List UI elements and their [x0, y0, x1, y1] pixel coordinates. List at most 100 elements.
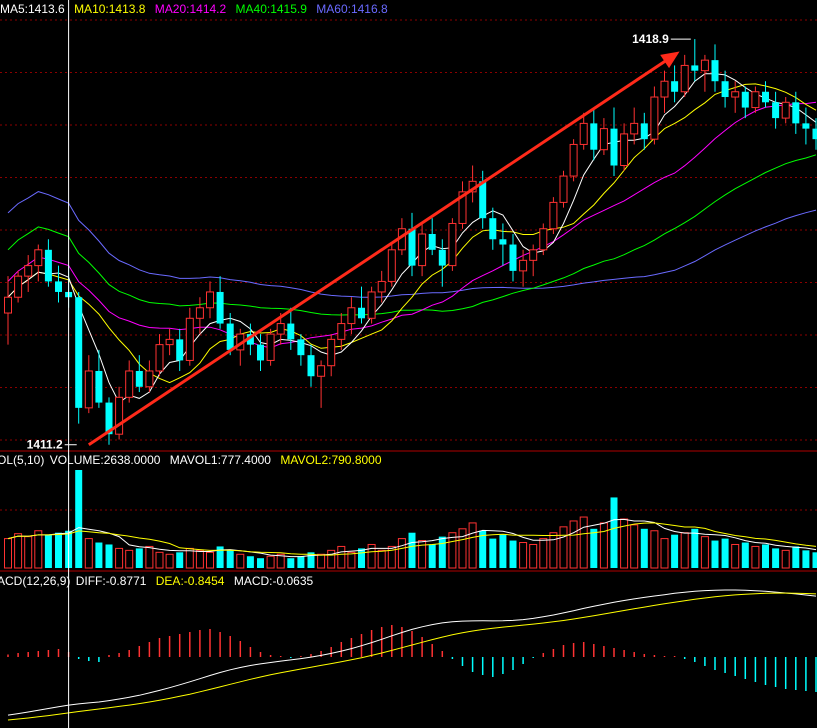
candle-body-up	[125, 370, 134, 398]
candle-body-down	[307, 355, 315, 377]
candle-body-down	[257, 344, 264, 361]
volume-bar-up	[539, 538, 548, 569]
volume-bar-down	[499, 534, 507, 568]
volume-bar-down	[358, 548, 365, 568]
candle-body-up	[145, 370, 154, 388]
candle-body-down	[95, 370, 103, 403]
volume-bar-down	[509, 540, 517, 568]
volume-bar-up	[569, 520, 578, 569]
volume-bar-down	[610, 497, 618, 568]
candle-body-down	[802, 123, 810, 129]
candle-body-down	[287, 323, 295, 340]
candle-body-down	[792, 102, 800, 124]
trend-arrow-head	[660, 51, 680, 69]
volume-bar-up	[599, 522, 608, 569]
min-price-label: 1411.2	[27, 438, 63, 452]
price-grid	[0, 19, 817, 572]
candle-body-down	[408, 228, 416, 266]
volume-bar-up	[4, 538, 12, 569]
candle-body-up	[195, 307, 204, 319]
volume-bar-up	[317, 553, 326, 569]
trend-arrow-shaft	[87, 53, 676, 446]
volume-bar-up	[24, 536, 33, 569]
volume-bar-down	[590, 528, 598, 568]
candle-body-down	[590, 123, 598, 150]
volume-bar-up	[377, 549, 386, 569]
candle-body-up	[781, 101, 790, 119]
candle-body-down	[297, 339, 305, 356]
candle-body-down	[479, 181, 487, 219]
volume-bar-down	[741, 542, 749, 568]
candle-body-up	[519, 259, 528, 272]
candle-body-up	[650, 96, 659, 140]
volume-bar-down	[812, 552, 817, 568]
volume-bar-down	[802, 550, 810, 568]
volume-bar-up	[145, 545, 154, 569]
candle-body-up	[34, 249, 43, 267]
volume-bar-up	[468, 522, 477, 569]
candle-body-down	[711, 60, 719, 82]
candle-body-up	[24, 265, 33, 277]
volume-bar-up	[529, 543, 538, 569]
candle-body-up	[185, 317, 194, 361]
volume-bar-down	[792, 546, 800, 568]
candle-body-up	[539, 228, 548, 251]
volume-bar-up	[731, 543, 740, 569]
candle-body-up	[317, 365, 326, 377]
max-price-label: 1418.9	[632, 32, 669, 46]
candle-body-down	[762, 91, 769, 103]
candle-body-down	[640, 123, 648, 140]
volume-bar-down	[287, 558, 295, 568]
candle-body-up	[731, 91, 740, 98]
volume-bar-up	[519, 542, 528, 569]
volume-bar-up	[549, 532, 558, 569]
candle-body-up	[327, 338, 336, 367]
volume-bar-up	[34, 530, 43, 569]
volume-bar-up	[337, 545, 346, 569]
volume-bar-up	[458, 528, 467, 569]
volume-bar-up	[660, 538, 669, 569]
volume-bar-down	[44, 534, 52, 568]
volume-bar-down	[176, 552, 184, 568]
candle-body-up	[266, 333, 275, 361]
candle-body-down	[499, 239, 507, 245]
candle-body-up	[14, 275, 23, 298]
candle-body-down	[75, 297, 83, 408]
candle-body-up	[751, 91, 760, 109]
volume-bar-down	[711, 540, 719, 568]
volume-bar-down	[762, 544, 769, 568]
candle-body-up	[115, 396, 124, 435]
volume-bar-down	[671, 534, 679, 568]
volume-bar-down	[55, 532, 62, 568]
volume-bar-down	[246, 556, 254, 568]
kline-chart[interactable]: 1418.9 1411.2	[0, 0, 817, 728]
volume-bar-down	[226, 550, 234, 568]
candle-body-down	[226, 323, 234, 350]
volume-bar-down	[297, 556, 305, 568]
candle-body-up	[387, 249, 396, 282]
volume-bar-down	[489, 538, 497, 568]
volume-bar-up	[206, 551, 214, 569]
candle-body-down	[509, 244, 517, 271]
volume-bar-up	[327, 549, 336, 569]
volume-bar-up	[781, 549, 790, 569]
candle-body-up	[84, 370, 93, 409]
candle-body-up	[680, 64, 689, 93]
candle-body-down	[438, 249, 446, 266]
candle-body-down	[135, 370, 143, 387]
volume-bar-up	[155, 551, 164, 569]
candle-body-down	[741, 91, 749, 108]
candle-body-up	[660, 80, 669, 98]
volume-bar-down	[640, 528, 648, 568]
candle-body-up	[418, 233, 427, 267]
volume-bar-down	[105, 544, 113, 568]
volume-bar-down	[75, 470, 83, 568]
volume-bar-up	[559, 526, 568, 569]
candle-body-up	[599, 128, 608, 151]
candle-body-up	[620, 133, 629, 167]
candles	[4, 39, 817, 445]
candle-body-up	[276, 323, 285, 335]
volume-bar-up	[630, 524, 639, 569]
volume-bar-up	[236, 553, 245, 569]
volume-bar-up	[125, 549, 134, 569]
